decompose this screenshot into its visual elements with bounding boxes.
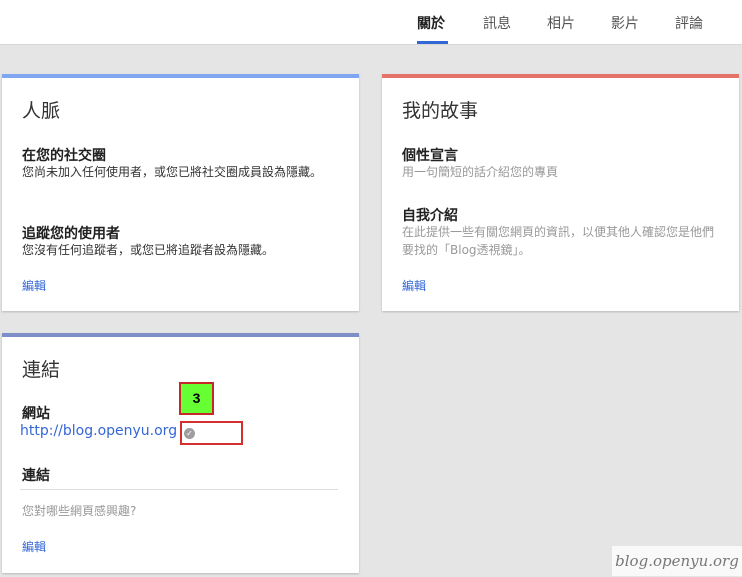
- links-card-accent: [2, 333, 359, 337]
- people-card-title: 人脈: [22, 100, 61, 122]
- links-placeholder[interactable]: 您對哪些網頁感興趣?: [22, 502, 136, 520]
- story-card-accent: [382, 74, 739, 78]
- intro-placeholder[interactable]: 在此提供一些有關您網頁的資訊，以便其他人確認您是他們要找的「Blog透視鏡」。: [402, 223, 722, 259]
- circles-heading: 在您的社交圈: [22, 148, 106, 164]
- links-card: 連結 網站 連結 您對哪些網頁感興趣? 編輯: [2, 333, 359, 573]
- tagline-placeholder[interactable]: 用一句簡短的話介紹您的專頁: [402, 163, 722, 181]
- links-heading: 連結: [22, 468, 50, 484]
- watermark: blog.openyu.org: [612, 546, 742, 576]
- tab-videos[interactable]: 影片: [611, 13, 639, 33]
- annotation-highlight-box: [180, 421, 243, 445]
- website-heading: 網站: [22, 406, 50, 422]
- tab-reviews[interactable]: 評論: [675, 13, 703, 33]
- people-edit-link[interactable]: 編輯: [22, 277, 46, 294]
- story-edit-link[interactable]: 編輯: [402, 277, 426, 294]
- story-card-title: 我的故事: [402, 100, 479, 122]
- tagline-heading: 個性宣言: [402, 148, 458, 164]
- links-card-title: 連結: [22, 359, 61, 381]
- intro-heading: 自我介紹: [402, 208, 458, 224]
- people-card: 人脈 在您的社交圈 您尚未加入任何使用者，或您已將社交圈成員設為隱藏。 追蹤您的…: [2, 74, 359, 311]
- followers-heading: 追蹤您的使用者: [22, 226, 120, 242]
- links-edit-link[interactable]: 編輯: [22, 538, 46, 555]
- links-divider: [20, 489, 338, 490]
- active-tab-indicator: [417, 41, 448, 44]
- tab-photos[interactable]: 相片: [547, 13, 575, 33]
- tab-posts[interactable]: 訊息: [483, 13, 511, 33]
- website-link[interactable]: http://blog.openyu.org: [20, 423, 177, 439]
- people-card-accent: [2, 74, 359, 78]
- top-nav-bar: 關於 訊息 相片 影片 評論: [0, 0, 742, 45]
- circles-text: 您尚未加入任何使用者，或您已將社交圈成員設為隱藏。: [22, 165, 323, 179]
- annotation-step-badge: 3: [179, 382, 214, 415]
- story-card: 我的故事 個性宣言 用一句簡短的話介紹您的專頁 自我介紹 在此提供一些有關您網頁…: [382, 74, 739, 311]
- followers-text: 您沒有任何追蹤者，或您已將追蹤者設為隱藏。: [22, 243, 275, 257]
- tab-about[interactable]: 關於: [417, 13, 445, 33]
